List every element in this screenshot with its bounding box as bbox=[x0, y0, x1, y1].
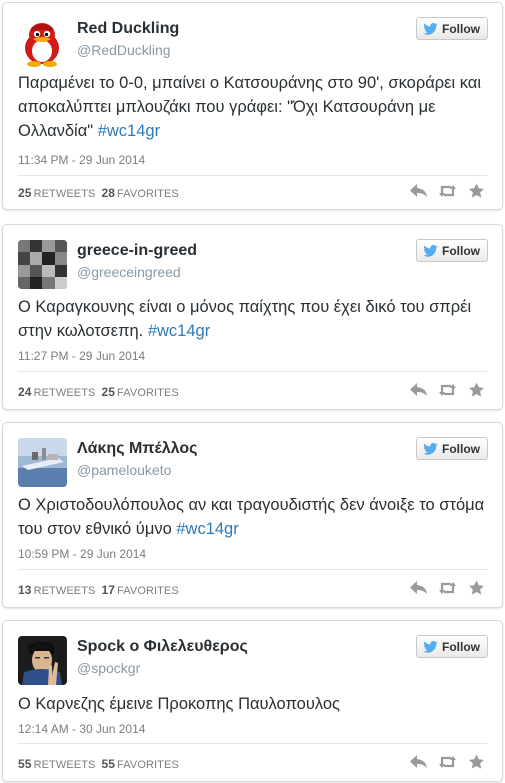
tweet-stats: 25 RETWEETS 28 FAVORITES bbox=[18, 186, 179, 200]
retweet-icon[interactable] bbox=[438, 580, 457, 596]
tweet-text-body: Ο Καραγκουνης είναι ο μόνος παίχτης που … bbox=[18, 298, 472, 340]
tweet-text: Ο Χριστοδουλόπουλος αν και τραγουδιστής … bbox=[18, 493, 488, 541]
follow-button[interactable]: Follow bbox=[416, 635, 488, 658]
hashtag-link[interactable]: #wc14gr bbox=[176, 520, 238, 538]
spock-avatar-icon bbox=[18, 636, 67, 685]
tweet-text-body: Παραμένει το 0-0, μπαίνει ο Κατσουράνης … bbox=[18, 74, 482, 140]
retweets-label: RETWEETS bbox=[33, 585, 96, 597]
retweet-count: 25 bbox=[18, 186, 32, 200]
favorite-star-icon[interactable] bbox=[467, 580, 486, 596]
tweet-text: Ο Καρνεζης έμεινε Προκοπης Παυλοπουλος bbox=[18, 692, 488, 716]
harbor-avatar-icon bbox=[18, 438, 67, 487]
avatar[interactable] bbox=[18, 636, 67, 685]
twitter-bird-icon bbox=[423, 442, 438, 455]
penguin-avatar-icon bbox=[18, 18, 67, 67]
follow-label: Follow bbox=[442, 21, 480, 36]
tweet-actions bbox=[409, 580, 486, 596]
tweet-feed: Red Duckling @RedDuckling Follow Παραμέν… bbox=[0, 0, 505, 783]
twitter-bird-icon bbox=[423, 22, 438, 35]
tweet-actions bbox=[409, 183, 486, 199]
tweet-stats: 55 RETWEETS 55 FAVORITES bbox=[18, 757, 179, 771]
author-name[interactable]: Red Duckling bbox=[77, 20, 179, 38]
favorites-label: FAVORITES bbox=[117, 585, 179, 597]
author-handle[interactable]: @RedDuckling bbox=[77, 42, 171, 58]
follow-button[interactable]: Follow bbox=[416, 17, 488, 40]
retweets-label: RETWEETS bbox=[33, 759, 96, 771]
retweets-label: RETWEETS bbox=[33, 188, 96, 200]
favorite-count: 28 bbox=[101, 186, 116, 200]
follow-label: Follow bbox=[442, 441, 480, 456]
tweet-actions bbox=[409, 382, 486, 398]
tweet-card: Spock ο Φιλελευθερος @spockgr Follow Ο Κ… bbox=[2, 620, 503, 782]
favorite-star-icon[interactable] bbox=[467, 382, 486, 398]
author-name[interactable]: Spock ο Φιλελευθερος bbox=[77, 638, 248, 656]
follow-button[interactable]: Follow bbox=[416, 239, 488, 262]
tweet-stats: 24 RETWEETS 25 FAVORITES bbox=[18, 385, 179, 399]
divider bbox=[18, 175, 487, 176]
reply-icon[interactable] bbox=[409, 754, 428, 770]
reply-icon[interactable] bbox=[409, 382, 428, 398]
tweet-text: Παραμένει το 0-0, μπαίνει ο Κατσουράνης … bbox=[18, 71, 488, 143]
retweet-count: 24 bbox=[18, 385, 32, 399]
timestamp[interactable]: 11:27 PM - 29 Jun 2014 bbox=[18, 349, 145, 363]
avatar[interactable] bbox=[18, 18, 67, 67]
tweet-card: Red Duckling @RedDuckling Follow Παραμέν… bbox=[2, 2, 503, 210]
retweets-label: RETWEETS bbox=[33, 387, 96, 399]
timestamp[interactable]: 11:34 PM - 29 Jun 2014 bbox=[18, 153, 145, 167]
avatar[interactable] bbox=[18, 240, 67, 289]
timestamp[interactable]: 10:59 PM - 29 Jun 2014 bbox=[18, 547, 146, 561]
tweet-stats: 13 RETWEETS 17 FAVORITES bbox=[18, 583, 179, 597]
author-handle[interactable]: @greeceingreed bbox=[77, 264, 181, 280]
timestamp[interactable]: 12:14 AM - 30 Jun 2014 bbox=[18, 722, 145, 736]
retweet-icon[interactable] bbox=[438, 754, 457, 770]
favorite-count: 25 bbox=[101, 385, 116, 399]
retweet-icon[interactable] bbox=[438, 183, 457, 199]
reply-icon[interactable] bbox=[409, 183, 428, 199]
author-name[interactable]: greece-in-greed bbox=[77, 242, 197, 260]
author-handle[interactable]: @spockgr bbox=[77, 660, 140, 676]
favorites-label: FAVORITES bbox=[117, 759, 179, 771]
favorite-count: 17 bbox=[101, 583, 116, 597]
retweet-count: 55 bbox=[18, 757, 32, 771]
follow-label: Follow bbox=[442, 639, 480, 654]
divider bbox=[18, 743, 487, 744]
twitter-bird-icon bbox=[423, 640, 438, 653]
follow-label: Follow bbox=[442, 243, 480, 258]
author-name[interactable]: Λάκης Μπέλλος bbox=[77, 440, 197, 458]
retweet-count: 13 bbox=[18, 583, 32, 597]
favorite-star-icon[interactable] bbox=[467, 183, 486, 199]
tweet-text-body: Ο Καρνεζης έμεινε Προκοπης Παυλοπουλος bbox=[18, 695, 340, 713]
favorite-star-icon[interactable] bbox=[467, 754, 486, 770]
favorites-label: FAVORITES bbox=[117, 188, 179, 200]
tweet-actions bbox=[409, 754, 486, 770]
reply-icon[interactable] bbox=[409, 580, 428, 596]
follow-button[interactable]: Follow bbox=[416, 437, 488, 460]
collage-avatar-icon bbox=[18, 240, 67, 289]
divider bbox=[18, 569, 487, 570]
author-handle[interactable]: @pamelouketo bbox=[77, 462, 171, 478]
tweet-text: Ο Καραγκουνης είναι ο μόνος παίχτης που … bbox=[18, 295, 488, 343]
divider bbox=[18, 371, 487, 372]
favorites-label: FAVORITES bbox=[117, 387, 179, 399]
hashtag-link[interactable]: #wc14gr bbox=[98, 122, 160, 140]
tweet-card: greece-in-greed @greeceingreed Follow Ο … bbox=[2, 224, 503, 410]
tweet-card: Λάκης Μπέλλος @pamelouketo Follow Ο Χρισ… bbox=[2, 422, 503, 608]
retweet-icon[interactable] bbox=[438, 382, 457, 398]
twitter-bird-icon bbox=[423, 244, 438, 257]
tweet-text-body: Ο Χριστοδουλόπουλος αν και τραγουδιστής … bbox=[18, 496, 485, 538]
hashtag-link[interactable]: #wc14gr bbox=[148, 322, 210, 340]
favorite-count: 55 bbox=[101, 757, 116, 771]
avatar[interactable] bbox=[18, 438, 67, 487]
